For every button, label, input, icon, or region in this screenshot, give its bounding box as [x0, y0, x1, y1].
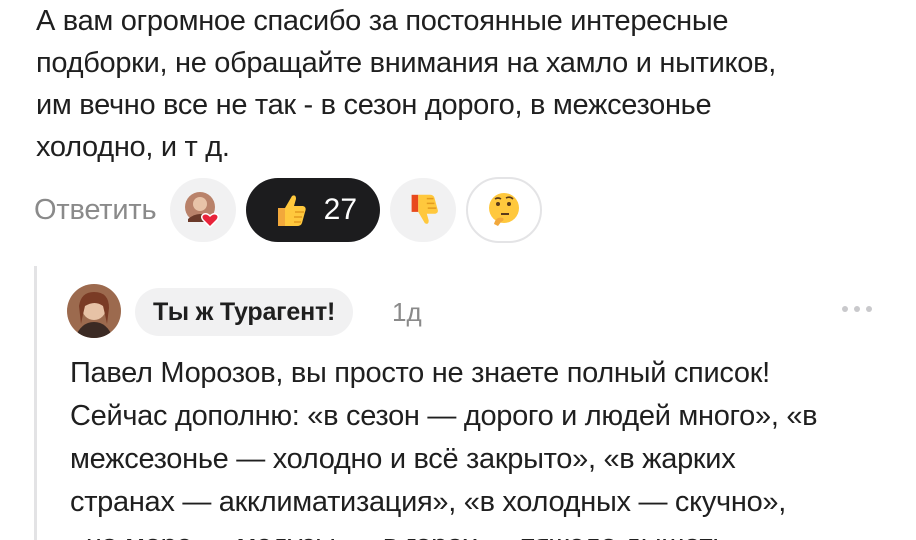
- thumbs-down-icon: [411, 194, 439, 224]
- reply-line: странах — акклиматизация», «в холодных —…: [70, 486, 786, 518]
- comment-line: холодно, и т д.: [36, 131, 230, 163]
- reply-line: межсезонье — холодно и всё закрыто», «в …: [70, 443, 736, 475]
- reply-button[interactable]: Ответить: [34, 194, 157, 227]
- reply-line: Сейчас дополню: «в сезон — дорого и люде…: [70, 400, 818, 432]
- reply-time: 1д: [392, 297, 422, 327]
- thumbs-up-icon: [277, 195, 306, 226]
- author-avatar[interactable]: [67, 284, 121, 338]
- comment-text: А вам огромное спасибо за постоянные инт…: [36, 0, 886, 168]
- more-options-icon[interactable]: [842, 299, 872, 319]
- author-name-chip[interactable]: Ты ж Турагент!: [135, 288, 354, 336]
- comment-line: А вам огромное спасибо за постоянные инт…: [36, 5, 729, 37]
- comment-line: подборки, не обращайте внимания на хамло…: [36, 47, 776, 79]
- reply-line: Павел Морозов, вы просто не знаете полны…: [70, 357, 770, 389]
- reply-text: Павел Морозов, вы просто не знаете полны…: [70, 352, 900, 540]
- comment-actions: Ответить 27: [34, 177, 552, 243]
- reaction-thinking[interactable]: [466, 177, 543, 243]
- avatar-photo-icon: [67, 284, 121, 338]
- author-name: Ты ж Турагент!: [153, 297, 336, 326]
- avatar-heart-icon: [185, 192, 220, 229]
- more-dot: [842, 306, 848, 312]
- thumbs-up-count: 27: [323, 193, 358, 226]
- more-dot: [866, 306, 872, 312]
- thinking-face-icon: [489, 193, 520, 226]
- thread-line: [34, 266, 37, 540]
- reaction-thumbs-down[interactable]: [390, 178, 457, 242]
- comment-line: им вечно все не так - в сезон дорого, в …: [36, 89, 712, 121]
- more-dot: [854, 306, 860, 312]
- reply-line: «на море — медузы», «в горах — тяжело ды…: [70, 524, 900, 540]
- reaction-avatar-heart[interactable]: [170, 178, 237, 242]
- reaction-thumbs-up[interactable]: 27: [246, 178, 381, 242]
